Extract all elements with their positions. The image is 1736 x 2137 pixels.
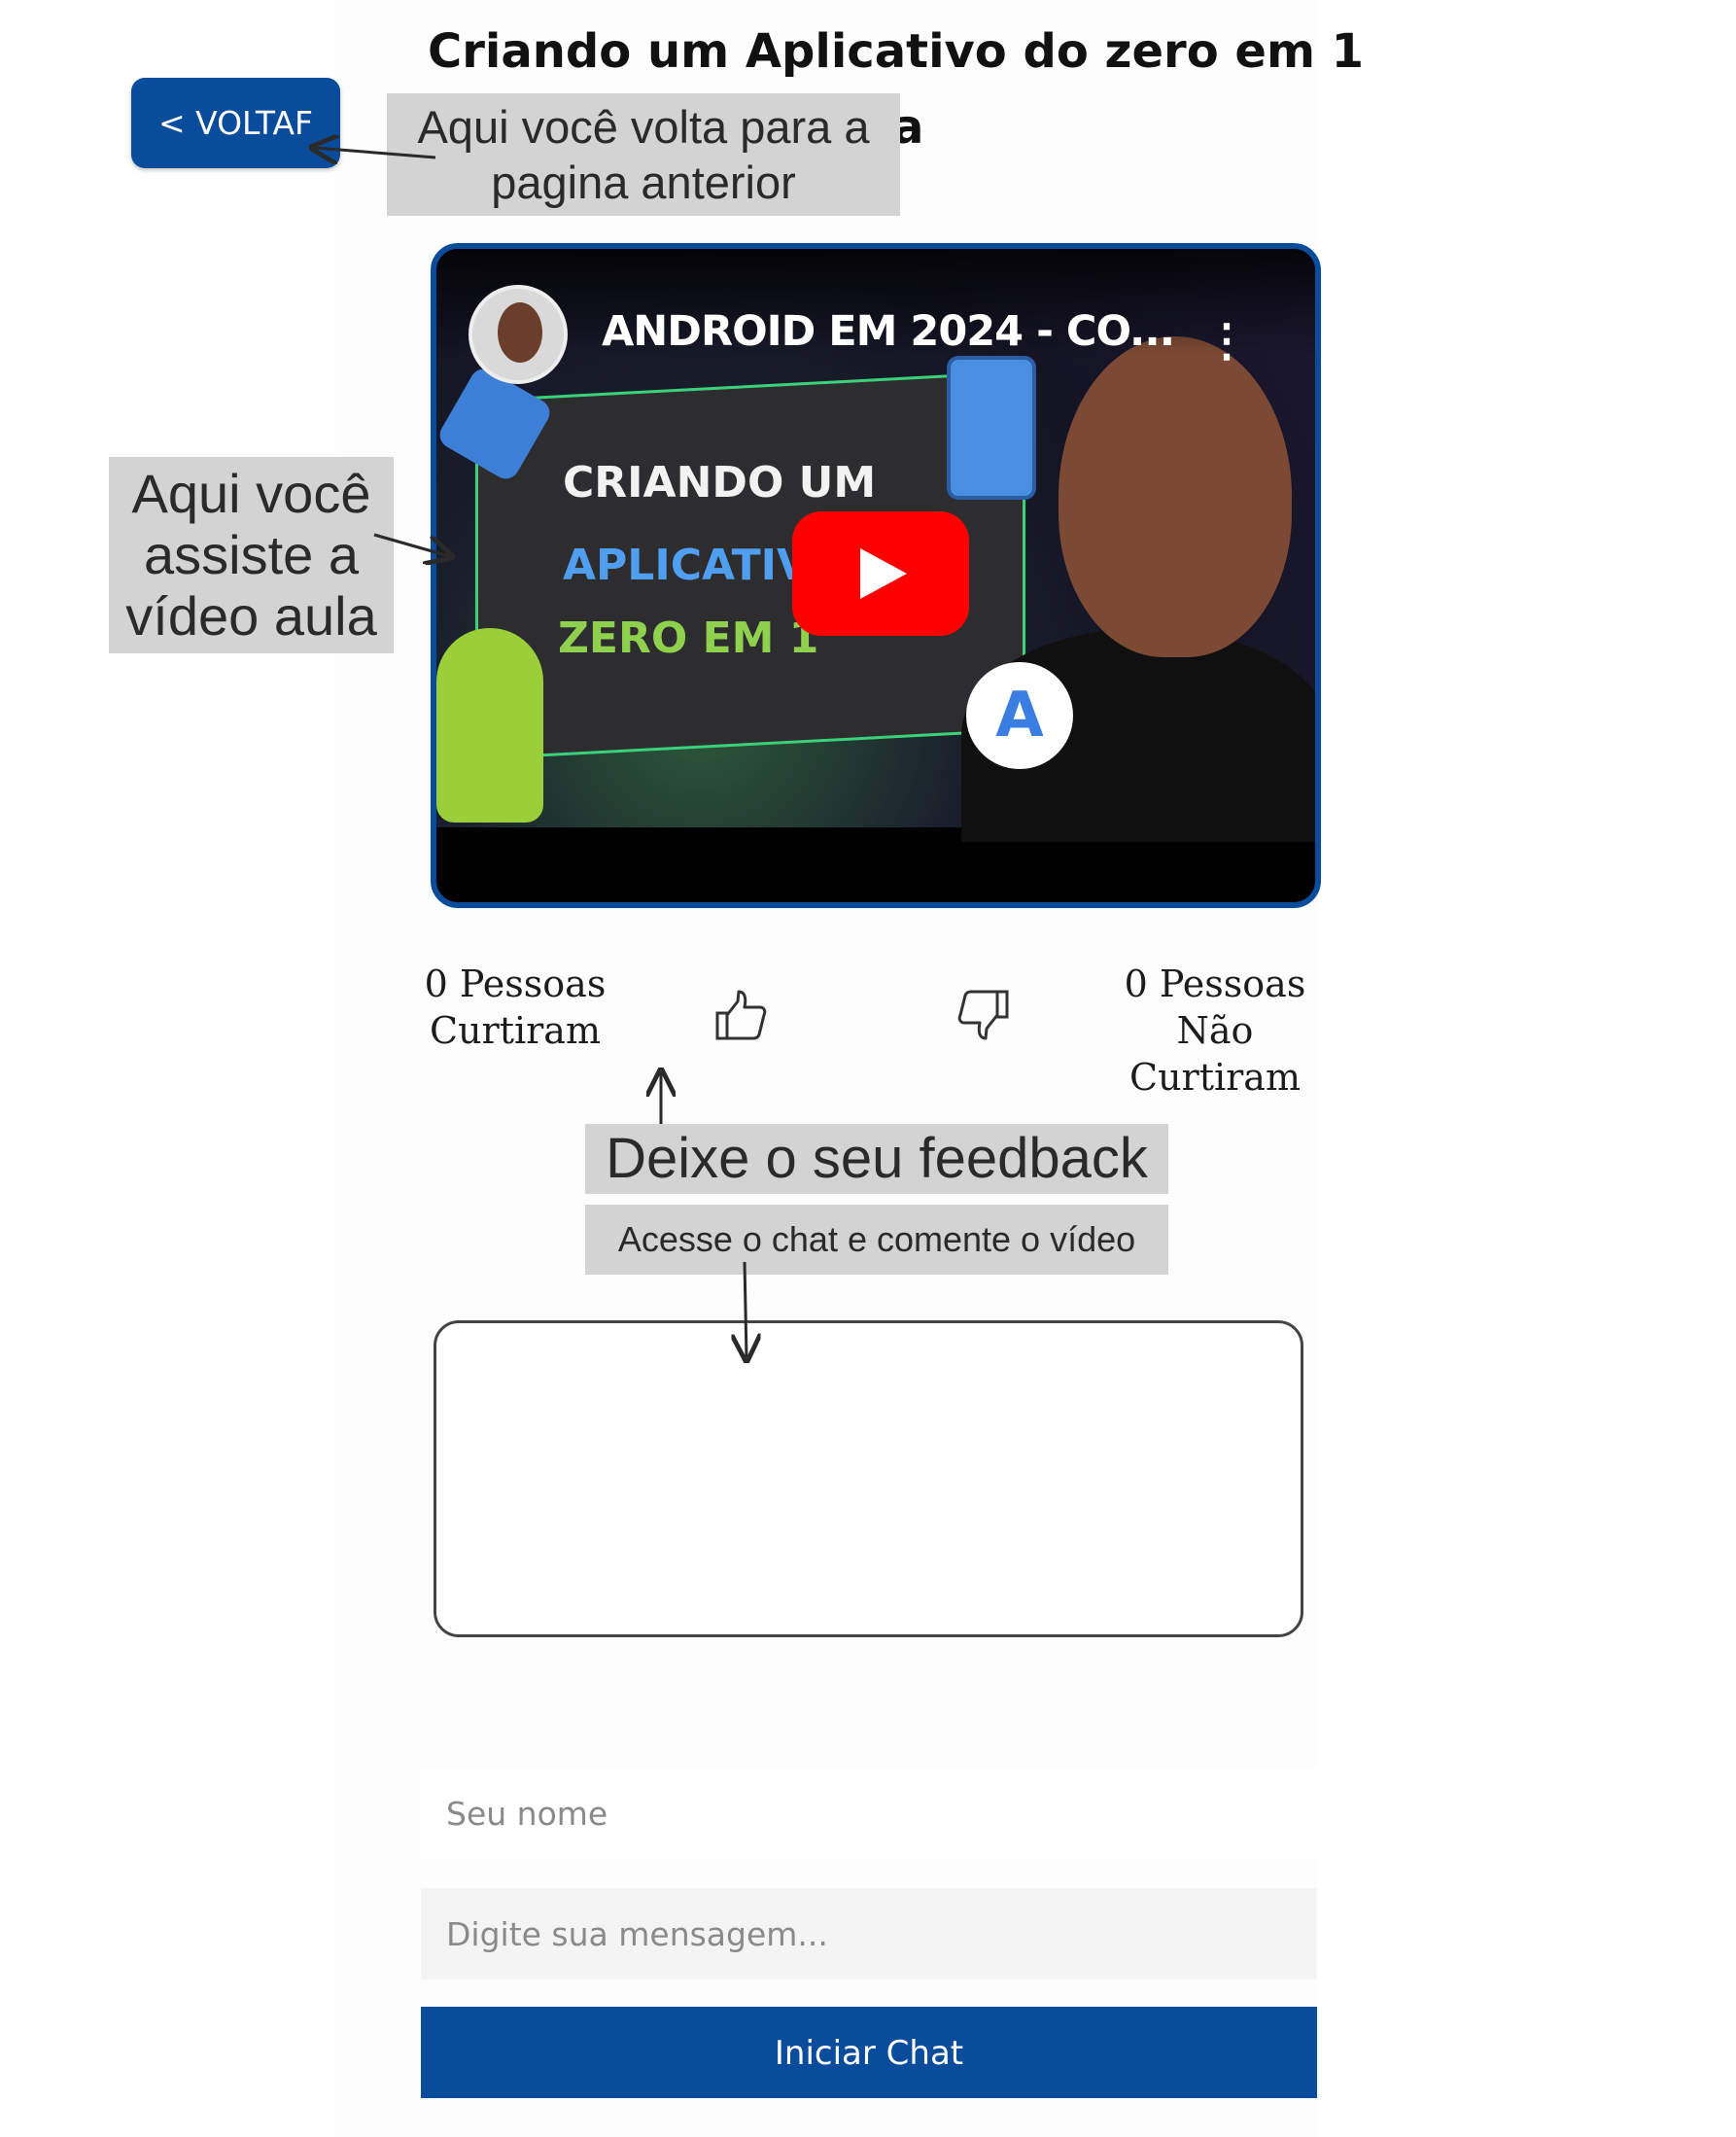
likes-count: 0 Pessoas Curtiram: [423, 961, 608, 1054]
presenter-face: [1059, 336, 1292, 657]
message-input[interactable]: [421, 1888, 1317, 1979]
more-options-icon[interactable]: ⋮: [1204, 313, 1249, 368]
play-icon: [860, 548, 907, 599]
thumbs-down-icon[interactable]: [955, 984, 1013, 1042]
video-player[interactable]: A CRIANDO UM APLICATIV ZERO EM 1 ANDROID…: [431, 243, 1321, 908]
dislikes-count-line3: Curtiram: [1129, 1056, 1301, 1099]
annotation-back-line2: pagina anterior: [491, 157, 796, 208]
thumbnail-text-line2: APLICATIV: [563, 541, 811, 590]
annotation-video-line2: assiste a: [144, 524, 359, 585]
likes-count-line1: 0 Pessoas: [424, 963, 607, 1005]
android-robot-icon: [436, 628, 543, 823]
page-title: Criando um Aplicativo do zero em 1: [428, 24, 1365, 79]
likes-count-line2: Curtiram: [430, 1009, 601, 1052]
annotation-feedback: Deixe o seu feedback: [585, 1124, 1168, 1194]
back-button[interactable]: < VOLTAF: [131, 78, 340, 168]
start-chat-button[interactable]: Iniciar Chat: [421, 2007, 1317, 2098]
android-studio-icon: A: [966, 662, 1073, 769]
chat-window[interactable]: [434, 1320, 1303, 1637]
annotation-video-line1: Aqui você: [131, 463, 371, 524]
dislikes-count: 0 Pessoas Não Curtiram: [1118, 961, 1312, 1101]
name-input[interactable]: [421, 1768, 1317, 1859]
annotation-video-line3: vídeo aula: [125, 585, 377, 647]
thumbnail-text-line1: CRIANDO UM: [563, 458, 877, 508]
dislikes-count-line2: Não: [1176, 1009, 1254, 1052]
annotation-back: Aqui você volta para a pagina anterior: [387, 93, 900, 216]
annotation-back-line1: Aqui você volta para a: [417, 101, 870, 153]
thumbnail-text-line3: ZERO EM 1: [558, 613, 819, 663]
phone-icon: [947, 356, 1036, 500]
play-button[interactable]: [792, 511, 969, 636]
avatar-face: [498, 302, 542, 363]
annotation-chat: Acesse o chat e comente o vídeo: [585, 1205, 1168, 1275]
annotation-video: Aqui você assiste a vídeo aula: [109, 457, 394, 653]
thumbs-up-icon[interactable]: [712, 988, 770, 1046]
page-title-continuation: a: [892, 100, 924, 155]
channel-avatar[interactable]: [469, 285, 568, 384]
dislikes-count-line1: 0 Pessoas: [1124, 963, 1306, 1005]
video-title[interactable]: ANDROID EM 2024 - CO...: [602, 307, 1175, 356]
